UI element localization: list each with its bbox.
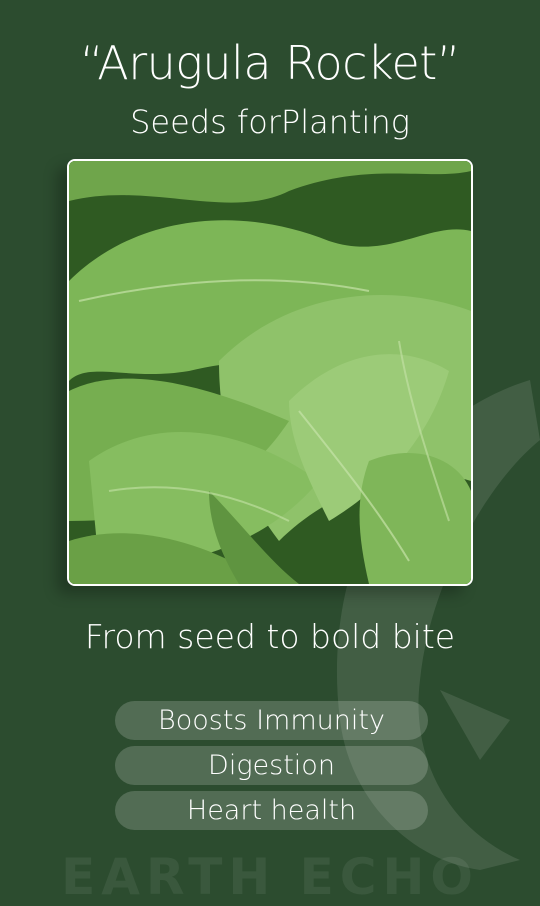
benefit-pill-immunity: Boosts Immunity	[115, 701, 428, 740]
product-subtitle: Seeds forPlanting	[130, 103, 410, 141]
benefit-pill-heart-health: Heart health	[115, 791, 428, 830]
arugula-leaves-image	[69, 161, 471, 584]
product-photo	[67, 159, 473, 586]
benefit-pill-digestion: Digestion	[115, 746, 428, 785]
tagline: From seed to bold bite	[84, 617, 456, 656]
brand-watermark: EARTH ECHO	[61, 848, 479, 906]
product-title: “Arugula Rocket”	[79, 36, 461, 90]
benefits-list: Boosts Immunity Digestion Heart health	[115, 701, 428, 836]
